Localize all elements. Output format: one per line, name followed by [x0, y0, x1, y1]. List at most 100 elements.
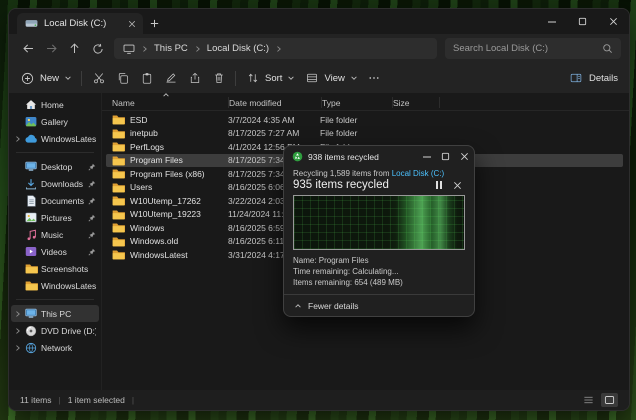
tab-local-disk-c[interactable]: Local Disk (C:) — [17, 13, 143, 34]
search-input[interactable]: Search Local Disk (C:) — [445, 38, 621, 59]
up-button[interactable] — [63, 38, 86, 60]
column-header-date[interactable]: Date modified — [229, 97, 322, 108]
sort-button[interactable]: Sort — [245, 71, 295, 86]
sidebar-item-gallery[interactable]: Gallery — [11, 113, 99, 130]
dialog-minimize-button[interactable] — [417, 146, 436, 167]
column-name-label: Name — [112, 98, 135, 108]
sidebar-item-screenshots[interactable]: Screenshots — [11, 260, 99, 277]
new-label: New — [40, 73, 59, 84]
command-toolbar: New Sort View Details — [9, 63, 629, 94]
table-row[interactable]: ESD 3/7/2024 4:35 AM File folder — [106, 113, 623, 127]
breadcrumb-this-pc[interactable]: This PC — [154, 43, 188, 54]
progress-actions — [436, 181, 465, 190]
search-placeholder: Search Local Disk (C:) — [453, 43, 548, 54]
folder-icon — [112, 155, 125, 166]
sidebar-item-music[interactable]: Music — [11, 226, 99, 243]
sidebar-item-windowslatest-pe[interactable]: WindowsLatest - Pe — [11, 130, 99, 147]
sidebar-item-downloads[interactable]: Downloads — [11, 175, 99, 192]
column-header-type[interactable]: Type — [322, 97, 393, 108]
dialog-maximize-button[interactable] — [436, 146, 455, 167]
sidebar-separator — [16, 299, 94, 300]
fewer-details-button[interactable]: Fewer details — [284, 295, 474, 316]
folder-icon — [112, 141, 125, 152]
cancel-icon[interactable] — [453, 181, 462, 190]
chevron-right-icon[interactable] — [13, 135, 21, 143]
sidebar-item-windowslatest[interactable]: WindowsLatest — [11, 277, 99, 294]
dvd-icon — [24, 325, 38, 337]
minimize-icon — [422, 152, 432, 162]
new-tab-button[interactable] — [143, 13, 165, 34]
delete-button[interactable] — [211, 71, 226, 86]
chevron-down-icon — [287, 74, 295, 82]
sidebar-item-documents[interactable]: Documents — [11, 192, 99, 209]
close-button[interactable] — [598, 9, 629, 34]
progress-detail-line: Name: Program Files — [293, 255, 465, 266]
chevron-right-icon[interactable] — [13, 344, 21, 352]
toolbar-separator — [81, 71, 82, 86]
recycle-progress-dialog: 938 items recycled Recycling 1,589 items… — [283, 145, 475, 317]
chevron-right-icon[interactable] — [13, 310, 21, 318]
back-button[interactable] — [17, 38, 40, 60]
pause-icon[interactable] — [436, 181, 442, 189]
minimize-button[interactable] — [536, 9, 567, 34]
column-header-name[interactable]: Name — [112, 97, 229, 108]
music-icon — [24, 229, 38, 241]
sidebar-item-this-pc[interactable]: This PC — [11, 305, 99, 322]
network-icon — [24, 342, 38, 354]
refresh-icon — [92, 43, 104, 55]
file-name: Program Files (x86) — [130, 169, 205, 179]
maximize-button[interactable] — [567, 9, 598, 34]
folder-icon — [112, 114, 125, 125]
sidebar-item-home[interactable]: Home — [11, 96, 99, 113]
sidebar-item-desktop[interactable]: Desktop — [11, 158, 99, 175]
progress-details: Name: Program FilesTime remaining: Calcu… — [293, 255, 465, 288]
refresh-button[interactable] — [86, 38, 109, 60]
pictures-icon — [24, 212, 38, 223]
sidebar-item-network[interactable]: Network — [11, 339, 99, 356]
paste-button[interactable] — [139, 71, 154, 86]
progress-headline-row: 935 items recycled — [293, 179, 465, 191]
breadcrumb-local-disk[interactable]: Local Disk (C:) — [207, 43, 269, 54]
share-button[interactable] — [187, 71, 202, 86]
cut-button[interactable] — [91, 71, 106, 86]
pin-icon — [88, 214, 96, 222]
file-name: inetpub — [130, 128, 158, 138]
chevron-up-icon — [294, 302, 302, 310]
rename-button[interactable] — [163, 71, 178, 86]
large-icons-view-icon[interactable] — [601, 393, 618, 407]
sidebar-item-videos[interactable]: Videos — [11, 243, 99, 260]
view-button[interactable]: View — [304, 71, 357, 86]
file-name: Program Files — [130, 155, 183, 165]
details-icon — [569, 71, 584, 86]
sidebar-item-pictures[interactable]: Pictures — [11, 209, 99, 226]
close-icon — [609, 17, 618, 26]
folder-icon — [112, 249, 125, 260]
chevron-right-icon — [275, 45, 282, 53]
home-icon — [24, 99, 38, 110]
pin-icon — [88, 163, 96, 171]
selection-count[interactable]: 1 item selected — [68, 395, 125, 405]
new-button[interactable]: New — [20, 71, 72, 86]
table-row[interactable]: inetpub 8/17/2025 7:27 AM File folder — [106, 127, 623, 141]
forward-button[interactable] — [40, 38, 63, 60]
dialog-title-bar[interactable]: 938 items recycled — [284, 146, 474, 167]
file-name: Windows.old — [130, 236, 178, 246]
dialog-close-button[interactable] — [455, 146, 474, 167]
sidebar-item-label: WindowsLatest — [41, 281, 96, 291]
sidebar-item-dvd-drive-d-ccc[interactable]: DVD Drive (D:) CCC — [11, 322, 99, 339]
progress-detail-line: Time remaining: Calculating... — [293, 266, 465, 277]
column-header-size[interactable]: Size — [393, 97, 440, 108]
file-explorer-window: Local Disk (C:) This PC Local Disk (C:) … — [8, 8, 630, 411]
details-label: Details — [589, 73, 618, 84]
pin-icon — [88, 180, 96, 188]
copy-button[interactable] — [115, 71, 130, 86]
details-pane-button[interactable]: Details — [569, 71, 618, 86]
tab-close-icon[interactable] — [128, 20, 136, 28]
breadcrumb[interactable]: This PC Local Disk (C:) — [114, 38, 437, 59]
sidebar-item-label: Documents — [41, 196, 85, 206]
status-bar: 11 items | 1 item selected | — [9, 390, 629, 410]
chevron-right-icon[interactable] — [13, 327, 21, 335]
details-view-icon[interactable] — [580, 393, 597, 407]
source-location-link[interactable]: Local Disk (C:) — [392, 169, 444, 178]
more-options-button[interactable] — [367, 71, 382, 86]
